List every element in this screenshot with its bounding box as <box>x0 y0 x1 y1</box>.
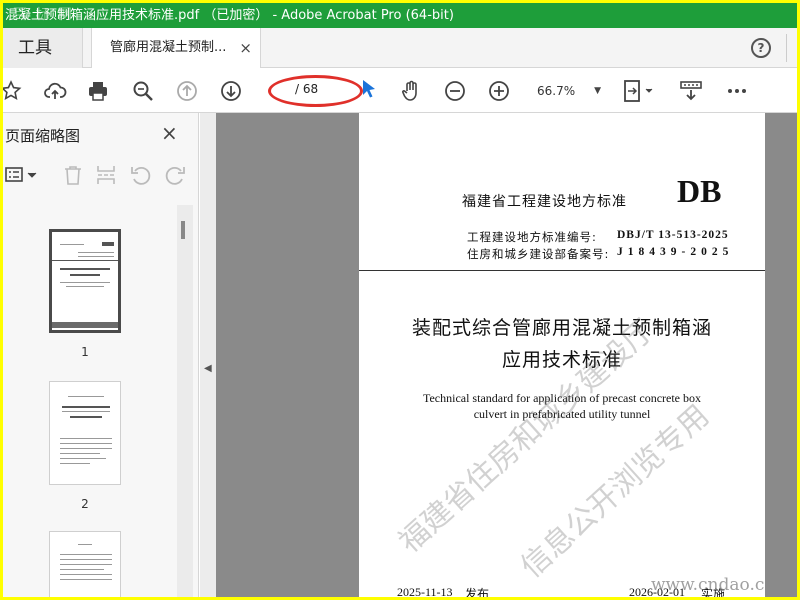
toolbar: / 68 66.7% ▼ <box>3 68 797 113</box>
zoom-in-icon[interactable] <box>487 79 511 103</box>
tab-tools[interactable]: 工具 <box>3 28 83 68</box>
fit-page-icon[interactable] <box>621 79 657 103</box>
issue-date: 2025-11-13 <box>397 585 453 597</box>
acrobat-window: 混凝土预制箱涵应用技术标准.pdf （已加密） - Adobe Acrobat … <box>3 3 797 597</box>
zoom-value: 66.7% <box>537 84 576 98</box>
options-menu-icon[interactable] <box>5 163 39 187</box>
rotate-ccw-icon[interactable] <box>129 163 153 187</box>
site-watermark: www.cndao.c <box>651 575 765 595</box>
tab-bar: 工具 管廊用混凝土预制... × ? <box>3 28 797 69</box>
tabbar-divider <box>786 34 787 62</box>
tab-document[interactable]: 管廊用混凝土预制... × <box>91 28 261 69</box>
db-mark: DB <box>677 173 722 209</box>
chevron-down-icon: ▼ <box>594 86 601 96</box>
document-view[interactable]: 福建省工程建设地方标准 DB 工程建设地方标准编号: DBJ/T 13-513-… <box>216 113 797 597</box>
cursor-icon[interactable] <box>357 77 381 101</box>
cloud-upload-icon[interactable] <box>43 79 67 103</box>
chevron-left-icon: ◀ <box>204 363 212 374</box>
thumbnail-panel: 页面缩略图 × 1 2 <box>3 113 199 597</box>
page-up-icon[interactable] <box>175 79 199 103</box>
record-number: J18439-2025 <box>617 246 734 258</box>
print-icon[interactable] <box>86 79 110 103</box>
hand-icon[interactable] <box>399 79 423 103</box>
standard-number-label: 工程建设地方标准编号: <box>467 230 597 244</box>
close-tab-icon[interactable]: × <box>239 28 252 68</box>
highlight-circle <box>268 75 363 107</box>
issuer-heading: 福建省工程建设地方标准 <box>462 194 627 210</box>
panel-toolbar <box>3 155 199 195</box>
record-number-label: 住房和城乡建设部备案号: <box>467 247 610 261</box>
thumbnail-page-3[interactable] <box>49 531 121 597</box>
trash-icon[interactable] <box>61 163 85 187</box>
thumbnail-label: 1 <box>81 345 89 359</box>
thumbnail-list: 1 2 <box>3 205 177 597</box>
scroll-mode-icon[interactable] <box>679 79 703 103</box>
issue-label: 发布 <box>465 587 490 597</box>
scrollbar-thumb[interactable] <box>181 221 185 239</box>
page-down-icon[interactable] <box>219 79 243 103</box>
tab-document-label: 管廊用混凝土预制... <box>110 40 227 55</box>
zoom-dropdown[interactable]: 66.7% ▼ <box>529 79 605 103</box>
title-bar: 混凝土预制箱涵应用技术标准.pdf （已加密） - Adobe Acrobat … <box>3 3 797 28</box>
star-icon[interactable] <box>3 79 23 103</box>
document-title-line-2: 应用技术标准 <box>501 349 622 371</box>
rotate-cw-icon[interactable] <box>163 163 187 187</box>
panel-scrollbar[interactable] <box>177 205 193 597</box>
more-icon[interactable] <box>725 79 749 103</box>
standard-number: DBJ/T 13-513-2025 <box>617 229 729 241</box>
panel-collapse-handle[interactable]: ◀ <box>200 113 216 597</box>
page-extract-icon[interactable] <box>94 163 118 187</box>
header-rule <box>359 270 765 271</box>
document-title-line-1: 装配式综合管廊用混凝土预制箱涵 <box>411 317 712 339</box>
pdf-page: 福建省工程建设地方标准 DB 工程建设地方标准编号: DBJ/T 13-513-… <box>359 113 765 597</box>
zoom-search-icon[interactable] <box>131 79 155 103</box>
thumbnail-page-1[interactable] <box>49 229 121 333</box>
site-logo-mark: 百 标 网 <box>13 7 74 23</box>
close-panel-icon[interactable]: × <box>161 121 178 145</box>
thumbnail-page-2[interactable] <box>49 381 121 485</box>
thumbnail-label: 2 <box>81 497 89 511</box>
zoom-out-icon[interactable] <box>443 79 467 103</box>
panel-title: 页面缩略图 <box>5 127 81 145</box>
help-icon[interactable]: ? <box>751 38 771 58</box>
